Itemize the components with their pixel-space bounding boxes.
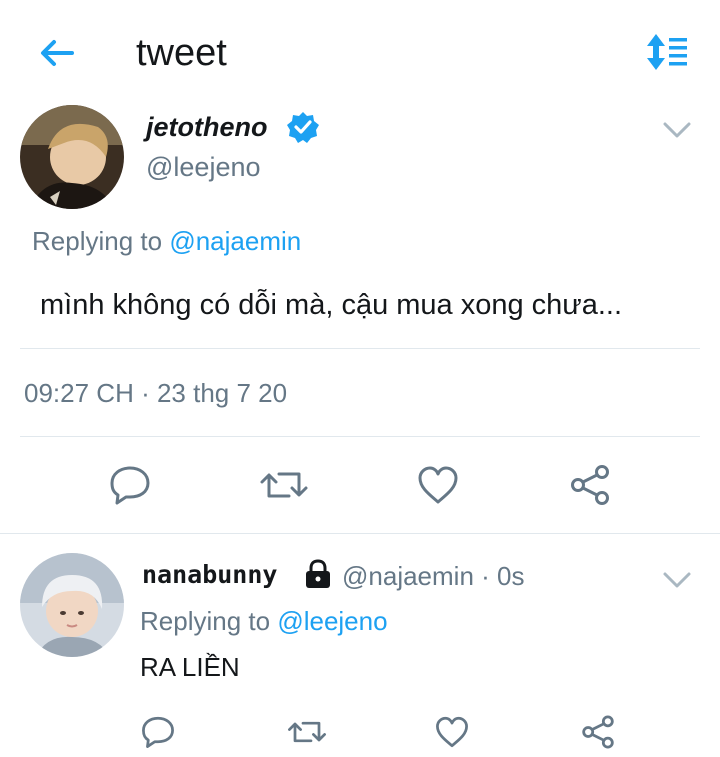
divider — [0, 533, 720, 534]
timestamp[interactable]: 09:27 CH · 23 thg 7 20 — [24, 376, 287, 410]
replying-to-prefix: Replying to — [32, 226, 170, 256]
mention-link[interactable]: @najaemin — [169, 226, 301, 256]
verified-badge-icon — [286, 110, 320, 144]
like-icon[interactable] — [432, 712, 472, 752]
page-title: tweet — [136, 32, 227, 74]
avatar[interactable] — [20, 553, 124, 657]
reply-text: RA LIỀN — [140, 652, 240, 682]
share-icon[interactable] — [578, 712, 618, 752]
share-icon[interactable] — [566, 462, 614, 508]
back-arrow-icon[interactable] — [34, 30, 80, 76]
display-name[interactable]: nanabunny — [142, 559, 277, 591]
avatar[interactable] — [20, 105, 124, 209]
top-bar: tweet — [0, 0, 720, 100]
like-icon[interactable] — [414, 462, 462, 508]
retweet-icon[interactable] — [258, 462, 310, 508]
handle-and-time[interactable]: @najaemin · 0s — [342, 560, 524, 592]
lock-icon — [302, 558, 334, 590]
handle[interactable]: @leejeno — [146, 150, 261, 184]
replying-to-prefix: Replying to — [140, 606, 278, 636]
tweet-text: mình không có dỗi mà, cậu mua xong chưa.… — [40, 289, 623, 321]
reply-icon[interactable] — [106, 462, 154, 508]
retweet-icon[interactable] — [286, 712, 328, 752]
replying-to: Replying to @najaemin — [32, 224, 301, 258]
chevron-down-icon[interactable] — [660, 116, 694, 144]
mention-link[interactable]: @leejeno — [277, 606, 387, 636]
sort-icon[interactable] — [644, 30, 692, 76]
display-name[interactable]: jetotheno — [146, 110, 268, 144]
chevron-down-icon[interactable] — [660, 566, 694, 594]
reply-icon[interactable] — [138, 712, 178, 752]
divider — [20, 436, 700, 437]
divider — [20, 348, 700, 349]
replying-to: Replying to @leejeno — [140, 604, 388, 638]
